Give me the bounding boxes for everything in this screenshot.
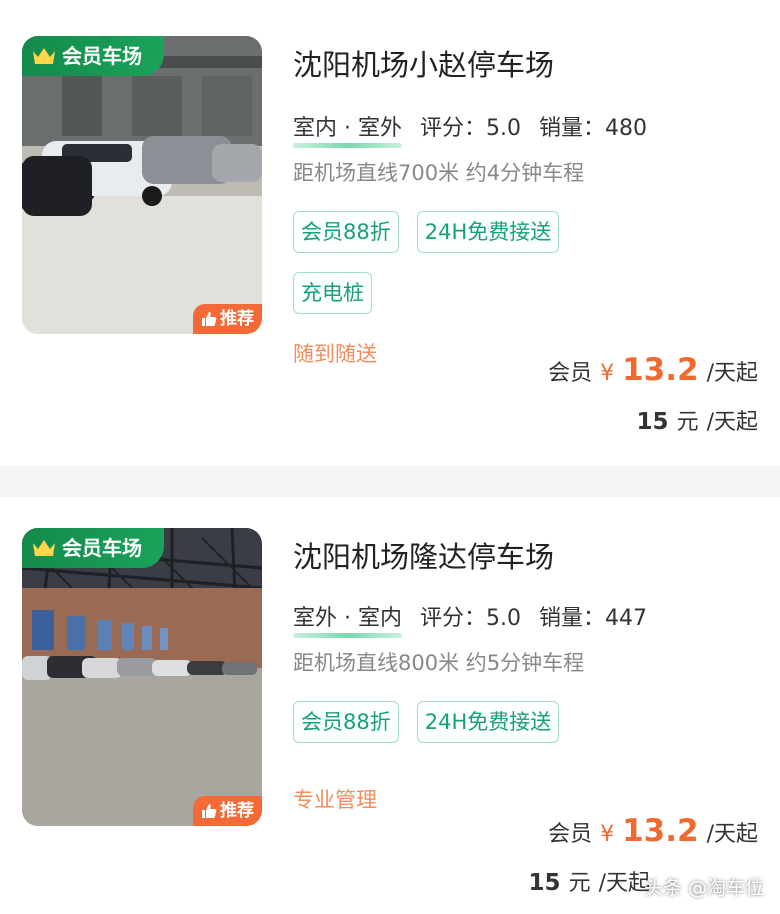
recommend-label: 推荐 <box>220 801 254 821</box>
service-note: 随到随送 <box>293 342 377 366</box>
parking-lot-photo[interactable]: 会员车场 推荐 <box>22 36 262 334</box>
indoor-garage-image <box>22 36 262 334</box>
tag-charging-pile: 充电桩 <box>293 272 372 314</box>
regular-price-currency: 元 <box>568 871 591 896</box>
recommend-badge: 推荐 <box>193 796 262 826</box>
thumbs-up-icon <box>202 804 217 818</box>
member-price-unit: /天起 <box>706 361 758 386</box>
rating: 评分：5.0 <box>419 606 521 631</box>
member-price-label: 会员 <box>548 822 593 847</box>
parking-lot-name[interactable]: 沈阳机场隆达停车场 <box>293 534 554 576</box>
regular-price-currency: 元 <box>676 410 699 435</box>
member-lot-badge: 会员车场 <box>22 528 164 568</box>
source-watermark: 头条 @淘车位 <box>644 873 764 900</box>
tag-free-shuttle: 24H免费接送 <box>416 701 560 743</box>
watermark-source: 头条 <box>643 877 682 899</box>
parking-lot-meta: 室内 · 室外 评分：5.0 销量：480 <box>293 110 647 148</box>
regular-price: 15 元 /天起 <box>529 865 650 897</box>
thumbs-up-icon <box>202 312 217 326</box>
parking-lot-meta: 室外 · 室内 评分：5.0 销量：447 <box>293 600 647 638</box>
parking-listing-card[interactable]: 会员车场 推荐 沈阳机场隆达停车场 室外 · 室内 评分：5.0 销量：447 … <box>0 497 780 914</box>
distance-info: 距机场直线700米 约4分钟车程 <box>293 161 585 185</box>
feature-tags-row-2: 充电桩 <box>293 272 372 314</box>
parking-listing-card[interactable]: 会员车场 推荐 沈阳机场小赵停车场 室内 · 室外 评分：5.0 销量：480 … <box>0 0 780 466</box>
member-lot-badge-label: 会员车场 <box>62 536 142 560</box>
sales-count: 销量：480 <box>538 116 647 141</box>
recommend-label: 推荐 <box>220 309 254 329</box>
crown-icon <box>33 540 55 556</box>
sales-count: 销量：447 <box>538 606 647 631</box>
regular-price-unit: /天起 <box>598 871 650 896</box>
currency-symbol: ¥ <box>600 822 615 847</box>
member-price: 会员 ¥ 13.2 /天起 <box>548 352 758 388</box>
member-price-amount: 13.2 <box>622 352 699 388</box>
parking-lot-name[interactable]: 沈阳机场小赵停车场 <box>293 42 554 84</box>
member-price-label: 会员 <box>548 361 593 386</box>
feature-tags: 会员88折 24H免费接送 <box>293 701 560 743</box>
tag-free-shuttle: 24H免费接送 <box>416 211 560 253</box>
tag-member-discount: 会员88折 <box>293 211 399 253</box>
location-type: 室外 · 室内 <box>293 600 402 638</box>
watermark-account: @淘车位 <box>687 877 764 899</box>
distance-info: 距机场直线800米 约5分钟车程 <box>293 651 585 675</box>
member-lot-badge-label: 会员车场 <box>62 44 142 68</box>
parking-lot-photo[interactable]: 会员车场 推荐 <box>22 528 262 826</box>
rating: 评分：5.0 <box>419 116 521 141</box>
regular-price-amount: 15 <box>528 870 561 896</box>
member-price-amount: 13.2 <box>622 813 699 849</box>
crown-icon <box>33 48 55 64</box>
member-lot-badge: 会员车场 <box>22 36 164 76</box>
service-note: 专业管理 <box>293 788 377 812</box>
location-type: 室内 · 室外 <box>293 110 402 148</box>
regular-price-unit: /天起 <box>706 410 758 435</box>
currency-symbol: ¥ <box>600 361 615 386</box>
regular-price-amount: 15 <box>636 409 669 435</box>
tag-member-discount: 会员88折 <box>293 701 399 743</box>
recommend-badge: 推荐 <box>193 304 262 334</box>
member-price: 会员 ¥ 13.2 /天起 <box>548 813 758 849</box>
feature-tags: 会员88折 24H免费接送 <box>293 211 560 253</box>
regular-price: 15 元 /天起 <box>637 404 758 436</box>
member-price-unit: /天起 <box>706 822 758 847</box>
warehouse-lot-image <box>22 528 262 826</box>
